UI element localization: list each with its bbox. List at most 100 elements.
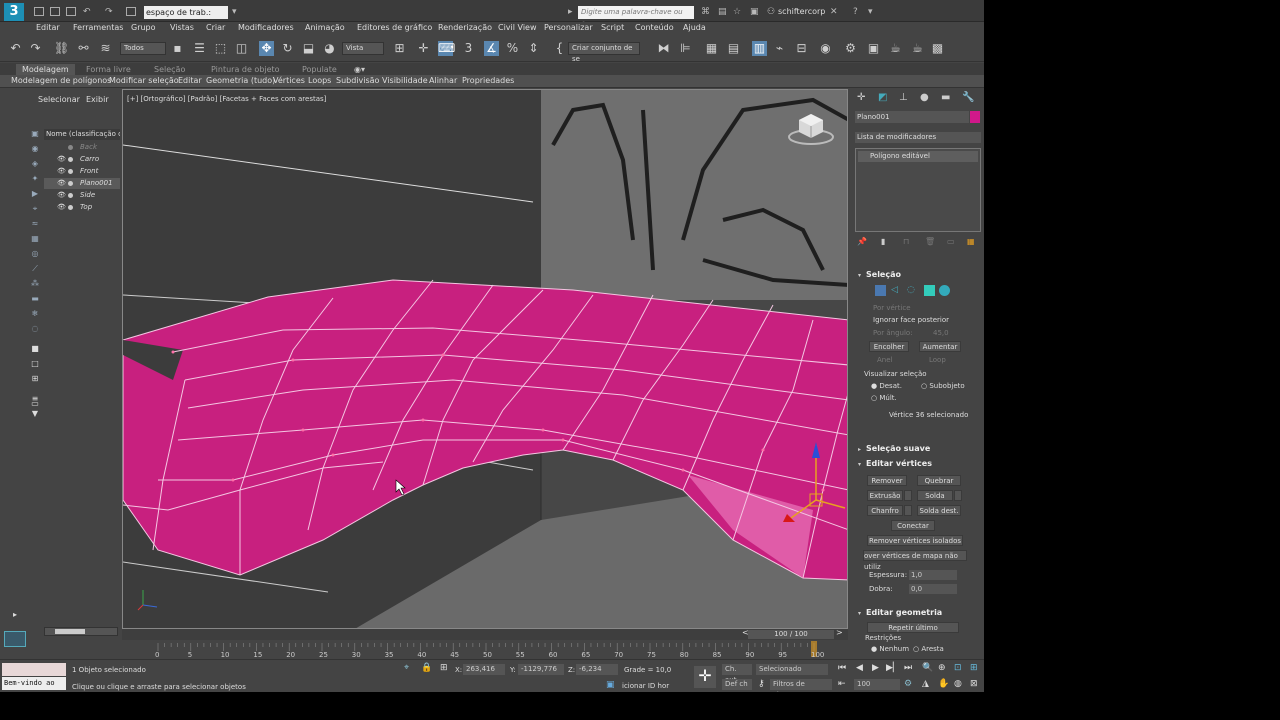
- selection-lock-icon[interactable]: 🔒: [421, 663, 432, 673]
- weight-spinner[interactable]: 1,0: [909, 570, 957, 580]
- vertex-mode-icon[interactable]: [875, 285, 886, 296]
- menu-help[interactable]: Ajuda: [683, 23, 706, 32]
- toggle-ribbon-icon[interactable]: ▤: [726, 41, 741, 56]
- help-icon[interactable]: ?: [853, 7, 858, 17]
- remove-modifier-icon[interactable]: 🗑: [925, 237, 935, 246]
- explorer-row-plano001[interactable]: 👁 Plano001: [44, 178, 120, 189]
- time-tag-icon[interactable]: ▣: [606, 680, 615, 690]
- go-to-end-icon[interactable]: ⏭: [904, 663, 912, 673]
- eye-icon[interactable]: 👁: [57, 166, 66, 177]
- modify-tab-icon[interactable]: ◩: [878, 92, 887, 103]
- edit-geometry-rollout-title[interactable]: Editar geometria: [866, 608, 942, 617]
- menu-modifiers[interactable]: Modificadores: [238, 23, 294, 32]
- rendered-frame-window-icon[interactable]: ▣: [866, 41, 881, 56]
- ribbon-vertices[interactable]: Vértices: [273, 76, 305, 85]
- isolate-selection-icon[interactable]: ⌖: [404, 663, 409, 673]
- weld-button[interactable]: Solda: [917, 490, 953, 501]
- eye-icon[interactable]: 👁: [57, 154, 66, 165]
- selection-region-icon[interactable]: ⬚: [213, 41, 228, 56]
- invert-display-icon[interactable]: □: [30, 359, 40, 368]
- z-coord-field[interactable]: -6,234: [576, 664, 618, 675]
- preview-multi-radio[interactable]: ○ Múlt.: [871, 394, 897, 402]
- communication-icon[interactable]: ▤: [718, 7, 727, 17]
- modifier-list-dropdown[interactable]: Lista de modificadores: [855, 132, 981, 143]
- pin-stack-icon[interactable]: 📌: [857, 237, 867, 246]
- display-geometry-icon[interactable]: ◉: [30, 144, 40, 153]
- extrude-button[interactable]: Extrusão: [867, 490, 903, 501]
- angle-snap-icon[interactable]: ∡: [484, 41, 499, 56]
- orbit-icon[interactable]: ◍: [954, 679, 962, 689]
- eye-icon[interactable]: 👁: [57, 190, 66, 201]
- crease-spinner[interactable]: 0,0: [909, 584, 957, 594]
- select-object-icon[interactable]: ▪: [170, 41, 185, 56]
- menu-edit[interactable]: Editar: [36, 23, 60, 32]
- visibility-dot-icon[interactable]: [68, 157, 73, 162]
- element-mode-icon[interactable]: [939, 285, 950, 296]
- display-helpers-icon[interactable]: ⌖: [30, 204, 40, 213]
- explorer-column-header[interactable]: Nome (classificação cres: [44, 129, 120, 140]
- ribbon-geometry-all[interactable]: Geometria (tudo): [206, 76, 275, 85]
- play-icon[interactable]: ▶: [872, 663, 879, 673]
- ring-button[interactable]: Anel: [877, 356, 892, 364]
- help-arrow-icon[interactable]: ▾: [868, 7, 873, 17]
- rollout-collapse-icon[interactable]: ▾: [858, 461, 861, 468]
- absolute-mode-icon[interactable]: ⊞: [440, 663, 448, 673]
- menu-rendering[interactable]: Renderização: [438, 23, 492, 32]
- rollout-collapse-icon[interactable]: ▾: [858, 272, 861, 279]
- loop-button[interactable]: Loop: [929, 356, 946, 364]
- pan-view-icon[interactable]: ✋: [938, 679, 949, 689]
- extrude-settings-icon[interactable]: [904, 490, 912, 501]
- constraint-none-radio[interactable]: ● Nenhum: [871, 645, 909, 653]
- next-frame-arrow-icon[interactable]: >: [836, 628, 843, 637]
- zoom-all-icon[interactable]: ⊕: [938, 663, 946, 673]
- zoom-extents-all-icon[interactable]: ⊞: [970, 663, 978, 673]
- object-name-field[interactable]: Plano001: [855, 111, 969, 123]
- key-mode-toggle-icon[interactable]: ⇤: [838, 679, 846, 689]
- workspace-dropdown[interactable]: espaço de trab.: padrã: [144, 6, 228, 30]
- current-frame-field[interactable]: 100: [854, 679, 900, 690]
- selection-filter-dropdown[interactable]: Todos: [120, 42, 166, 55]
- preview-off-radio[interactable]: ● Desat.: [871, 382, 902, 390]
- y-coord-field[interactable]: -1129,776: [518, 664, 564, 675]
- curve-editor-icon[interactable]: ⌁: [772, 41, 787, 56]
- explorer-pin-icon[interactable]: ▸: [10, 610, 20, 619]
- redo-icon[interactable]: ↷: [28, 41, 43, 56]
- render-setup-icon[interactable]: ⚙: [843, 41, 858, 56]
- workspace-arrow-icon[interactable]: ▾: [232, 7, 237, 17]
- select-rotate-icon[interactable]: ↻: [280, 41, 295, 56]
- ribbon-modify-selection[interactable]: Modificar seleção: [109, 76, 179, 85]
- undo-icon[interactable]: ↶: [83, 7, 91, 17]
- spinner-snap-icon[interactable]: ⇕: [526, 41, 541, 56]
- by-angle-field[interactable]: 45,0: [933, 329, 949, 337]
- break-button[interactable]: Quebrar: [917, 475, 961, 486]
- explorer-row-front[interactable]: 👁 Front: [44, 166, 120, 177]
- menu-civil-view[interactable]: Civil View: [498, 23, 537, 32]
- display-all-icon[interactable]: ■: [30, 344, 40, 353]
- explorer-layer-toggle-icon[interactable]: [4, 631, 26, 647]
- display-none-icon[interactable]: ▣: [30, 129, 40, 138]
- snaps-toggle-icon[interactable]: 3: [461, 41, 476, 56]
- menu-graph-editors[interactable]: Editores de gráfico: [357, 23, 432, 32]
- display-shapes-icon[interactable]: ◈: [30, 159, 40, 168]
- perspective-viewport[interactable]: [+] [Ortográfico] [Padrão] [Facetas + Fa…: [122, 89, 848, 629]
- zoom-icon[interactable]: 🔍: [922, 663, 933, 673]
- ribbon-options-icon[interactable]: ◉▾: [348, 64, 371, 75]
- previous-frame-icon[interactable]: ◀: [856, 663, 863, 673]
- configure-modifier-icon[interactable]: ▦: [967, 237, 975, 246]
- material-editor-icon[interactable]: ◉: [818, 41, 833, 56]
- repeat-last-button[interactable]: Repetir último: [867, 622, 959, 633]
- connect-button[interactable]: Conectar: [891, 520, 935, 531]
- chamfer-settings-icon[interactable]: [904, 505, 912, 516]
- project-folder-icon[interactable]: [126, 7, 136, 16]
- key-mode-icon[interactable]: ✛: [694, 666, 716, 688]
- display-containers-icon[interactable]: ▬: [30, 294, 40, 303]
- exchange-icon[interactable]: ✕: [830, 7, 838, 17]
- select-scale-icon[interactable]: ⬓: [301, 41, 316, 56]
- explorer-row-back[interactable]: Back: [44, 142, 120, 153]
- explorer-folder-icon[interactable]: ▭: [30, 399, 40, 408]
- keyboard-shortcut-override-icon[interactable]: ⌨: [438, 41, 455, 56]
- polygon-mode-icon[interactable]: [924, 285, 935, 296]
- user-icon[interactable]: ⚇: [767, 7, 775, 17]
- menu-create[interactable]: Criar: [206, 23, 225, 32]
- time-slider[interactable]: < 100 / 100 >: [122, 628, 848, 640]
